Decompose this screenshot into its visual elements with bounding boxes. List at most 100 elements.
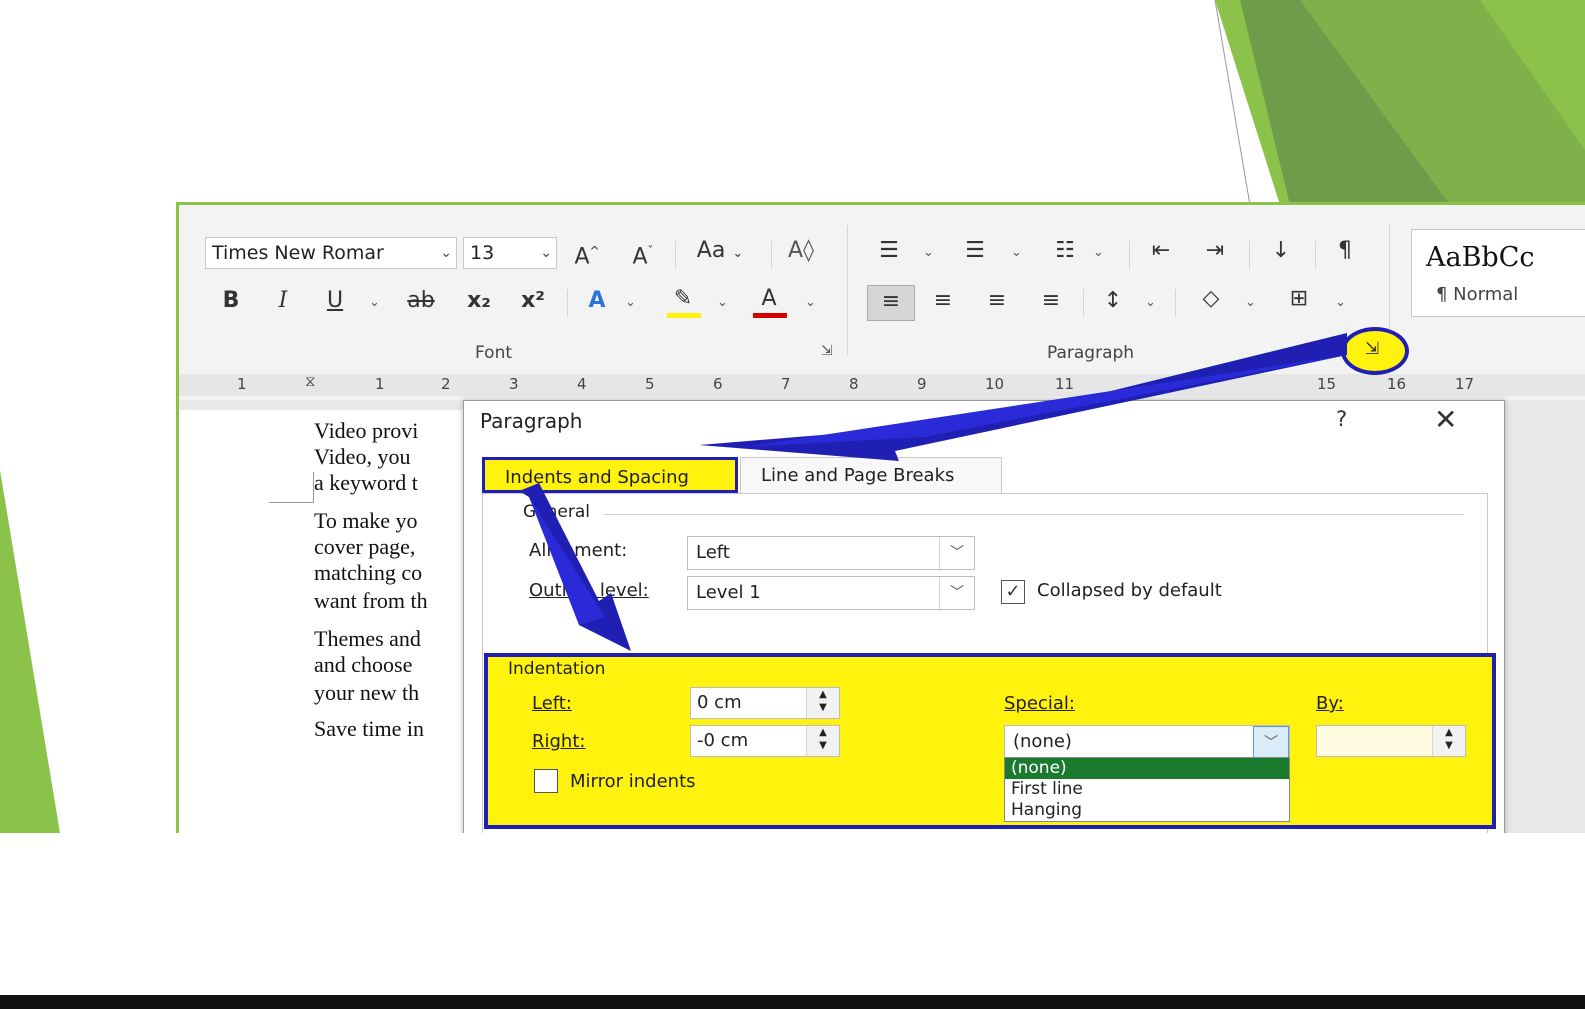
bullets-button[interactable]: ☰ — [869, 235, 909, 267]
indent-marker-icon[interactable]: ⧖ — [305, 374, 316, 390]
font-group-label: Font — [475, 343, 513, 363]
clear-formatting-button[interactable]: A◊ — [781, 235, 821, 267]
tab-label: Indents and Spacing — [505, 467, 689, 488]
align-right-button[interactable]: ≡ — [977, 285, 1017, 317]
sort-button[interactable]: ↓ — [1259, 235, 1303, 267]
chevron-down-icon[interactable]: ⌄ — [440, 238, 452, 268]
special-dropdown-list[interactable]: (none) First line Hanging — [1004, 757, 1290, 822]
horizontal-ruler[interactable]: 1 1 2 3 4 5 6 7 8 9 10 11 15 16 17 ⧖ — [179, 374, 1585, 396]
chevron-down-icon[interactable]: ﹀ — [939, 577, 974, 609]
chevron-down-icon[interactable]: ⌄ — [369, 295, 380, 310]
chevron-down-icon[interactable]: ﹀ — [939, 537, 974, 569]
increase-indent-button[interactable]: ⇥ — [1195, 235, 1235, 267]
show-formatting-button[interactable]: ¶ — [1327, 235, 1363, 267]
right-indent-spinner[interactable]: -0 cm ▲ ▼ — [690, 725, 840, 757]
group-separator — [847, 225, 848, 355]
clear-formatting-icon: A◊ — [788, 238, 814, 263]
alignment-label: Alignment: — [529, 540, 628, 561]
chevron-down-icon[interactable]: ⌄ — [1245, 295, 1256, 310]
multilevel-list-icon: ☷ — [1055, 238, 1075, 263]
alignment-select[interactable]: Left ﹀ — [687, 536, 975, 570]
underline-icon: U — [326, 288, 344, 313]
italic-button[interactable]: I — [267, 285, 299, 317]
chevron-down-icon[interactable]: ⌄ — [1011, 245, 1022, 260]
ruler-mark: 2 — [441, 375, 451, 393]
multilevel-list-button[interactable]: ☷ — [1045, 235, 1085, 267]
ruler-mark: 1 — [375, 375, 385, 393]
grow-font-button[interactable]: A^ — [567, 235, 607, 273]
slide-bottom-bar — [0, 995, 1585, 1009]
shading-button[interactable]: ◇ — [1191, 283, 1231, 315]
special-option[interactable]: (none) — [1005, 758, 1289, 779]
ruler-mark: 8 — [849, 375, 859, 393]
help-button[interactable]: ? — [1336, 407, 1347, 431]
highlight-button[interactable]: ✎ — [663, 283, 703, 318]
change-case-button[interactable]: Aa ⌄ — [685, 235, 755, 270]
document-line: Save time in — [314, 716, 424, 741]
underline-button[interactable]: U — [319, 285, 351, 317]
spin-arrows-icon[interactable]: ▲ ▼ — [806, 726, 839, 756]
chevron-down-icon[interactable]: ⌄ — [717, 295, 728, 310]
borders-icon: ⊞ — [1289, 286, 1309, 311]
text-effects-button[interactable]: A — [577, 285, 617, 317]
document-page: Video provi Video, you a keyword t To make … — [179, 410, 469, 833]
superscript-icon: x² — [521, 288, 545, 313]
ruler-mark: 17 — [1455, 375, 1475, 393]
tab-line-and-page-breaks[interactable]: Line and Page Breaks — [740, 457, 1002, 493]
ruler-mark: 9 — [917, 375, 927, 393]
text-effects-icon: A — [588, 288, 606, 313]
collapsed-checkbox[interactable]: ✓ — [1001, 580, 1025, 604]
special-option[interactable]: Hanging — [1005, 800, 1289, 821]
ruler-mark: 11 — [1055, 375, 1075, 393]
justify-button[interactable]: ≡ — [1031, 285, 1071, 317]
bold-button[interactable]: B — [215, 285, 247, 317]
tab-label: Line and Page Breaks — [761, 465, 955, 486]
subscript-button[interactable]: x₂ — [461, 285, 497, 317]
decrease-indent-icon: ⇤ — [1151, 238, 1171, 263]
decrease-indent-button[interactable]: ⇤ — [1141, 235, 1181, 267]
align-center-button[interactable]: ≡ — [923, 285, 963, 317]
shrink-font-button[interactable]: Aˇ — [623, 235, 663, 273]
ruler-mark: 15 — [1317, 375, 1337, 393]
spin-arrows-icon[interactable]: ▲ ▼ — [1432, 726, 1465, 756]
ruler-mark: 7 — [781, 375, 791, 393]
line-spacing-button[interactable]: ↕ — [1093, 285, 1133, 317]
chevron-down-icon[interactable]: ⌄ — [1145, 295, 1156, 310]
chevron-down-icon[interactable]: ⌄ — [1335, 295, 1346, 310]
font-name-combo[interactable]: Times New Romar ⌄ — [205, 237, 457, 269]
tab-indents-and-spacing[interactable]: Indents and Spacing — [482, 457, 738, 493]
ruler-mark: 5 — [645, 375, 655, 393]
document-line: a keyword t — [314, 470, 418, 495]
borders-button[interactable]: ⊞ — [1279, 283, 1319, 315]
chevron-down-icon[interactable]: ⌄ — [540, 238, 552, 268]
style-normal-tile[interactable]: AaBbCc ¶ Normal — [1411, 229, 1585, 317]
by-label: By: — [1316, 693, 1344, 714]
left-indent-spinner[interactable]: 0 cm ▲ ▼ — [690, 687, 840, 719]
outline-level-select[interactable]: Level 1 ﹀ — [687, 576, 975, 610]
font-dialog-launcher-icon[interactable]: ⇲ — [821, 343, 833, 359]
chevron-down-icon[interactable]: ⌄ — [625, 295, 636, 310]
spin-arrows-icon[interactable]: ▲ ▼ — [806, 688, 839, 718]
special-select[interactable]: (none) ﹀ — [1004, 725, 1290, 760]
general-legend: General — [523, 502, 590, 522]
strikethrough-button[interactable]: ab — [401, 285, 441, 317]
left-indent-label: Left: — [532, 693, 572, 714]
align-left-button[interactable]: ≡ — [867, 285, 915, 321]
dialog-launcher-icon: ⇲ — [1365, 339, 1380, 359]
superscript-button[interactable]: x² — [515, 285, 551, 317]
by-spinner[interactable]: ▲ ▼ — [1316, 725, 1466, 757]
special-option[interactable]: First line — [1005, 779, 1289, 800]
chevron-down-icon[interactable]: ⌄ — [1093, 245, 1104, 260]
paragraph-dialog-launcher[interactable]: ⇲ — [1341, 327, 1409, 375]
font-color-button[interactable]: A — [749, 283, 789, 318]
document-line: cover page, — [314, 534, 416, 559]
chevron-down-icon[interactable]: ﹀ — [1253, 726, 1289, 760]
chevron-down-icon[interactable]: ⌄ — [805, 295, 816, 310]
mirror-indents-checkbox[interactable] — [534, 769, 558, 793]
alignment-value: Left — [696, 542, 730, 563]
numbering-button[interactable]: ☰ — [955, 235, 995, 267]
increase-indent-icon: ⇥ — [1205, 238, 1225, 263]
font-size-combo[interactable]: 13 ⌄ — [463, 237, 557, 269]
chevron-down-icon[interactable]: ⌄ — [923, 245, 934, 260]
close-button[interactable]: ✕ — [1434, 403, 1457, 436]
